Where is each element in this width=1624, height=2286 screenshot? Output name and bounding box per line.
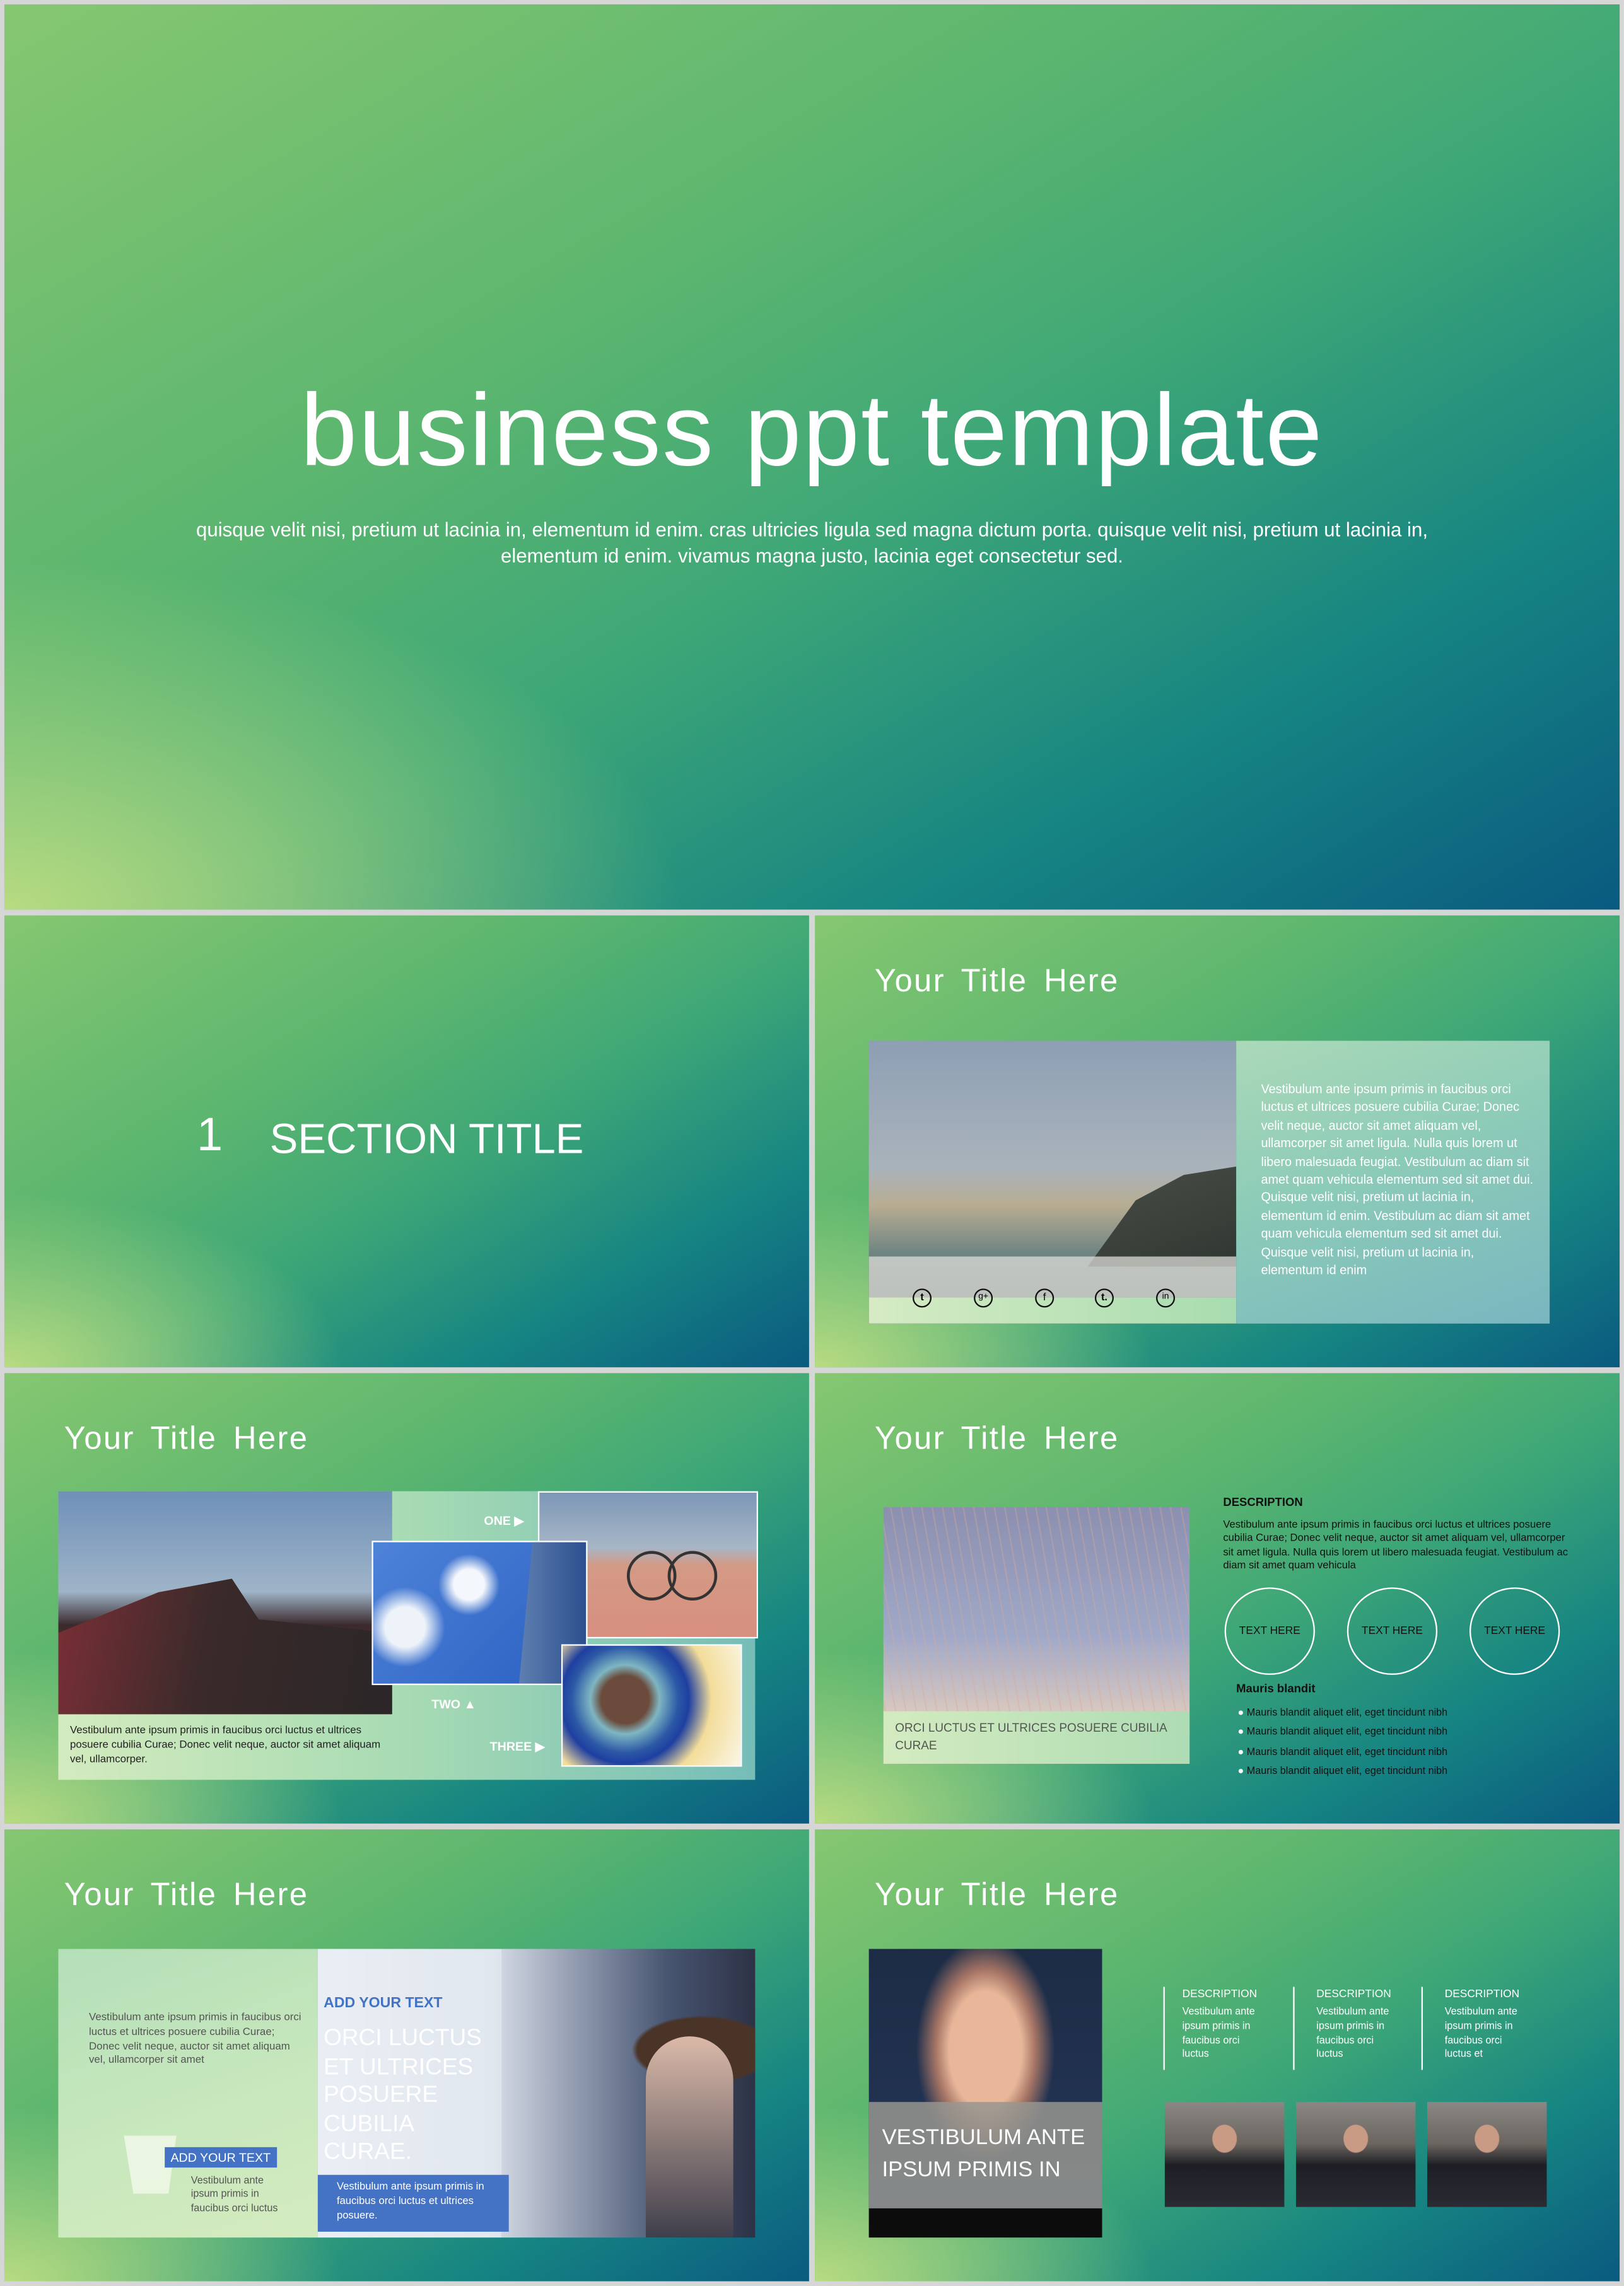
- label-one: ONE ▶: [484, 1513, 524, 1528]
- caption-band: ORCI LUCTUS ET ULTRICES POSUERE CUBILIA …: [883, 1711, 1190, 1764]
- portrait-photo-3: [1427, 2102, 1547, 2207]
- add-text-tag[interactable]: ADD YOUR TEXT: [165, 2147, 277, 2168]
- column-body: Vestibulum ante ipsum primis in faucibus…: [1316, 2007, 1389, 2061]
- bullet-list: ● Mauris blandit aliquet elit, eget tinc…: [1237, 1704, 1447, 1782]
- slide-sheet: business ppt template quisque velit nisi…: [0, 0, 1624, 2285]
- column-heading: DESCRIPTION: [1182, 1986, 1258, 2000]
- portrait-photo-1: [1164, 2102, 1285, 2207]
- description-body: Vestibulum ante ipsum primis in faucibus…: [1223, 1517, 1569, 1572]
- list-item: ● Mauris blandit aliquet elit, eget tinc…: [1237, 1728, 1448, 1739]
- description-slide[interactable]: Your Title Here ORCI LUCTUS ET ULTRICES …: [815, 1373, 1620, 1824]
- list-item: ● Mauris blandit aliquet elit, eget tinc…: [1237, 1767, 1448, 1778]
- grass-photo: ORCI LUCTUS ET ULTRICES POSUERE CUBILIA …: [883, 1507, 1190, 1764]
- left-body: Vestibulum ante ipsum primis in faucibus…: [89, 2010, 301, 2067]
- portrait-photo-2: [1295, 2102, 1416, 2207]
- linkedin-icon[interactable]: in: [1156, 1288, 1176, 1308]
- circle-2: TEXT HERE: [1347, 1587, 1438, 1675]
- list-item: ● Mauris blandit aliquet elit, eget tinc…: [1237, 1708, 1448, 1719]
- text-panel: Vestibulum ante ipsum primis in faucibus…: [1236, 1041, 1550, 1324]
- gallery-slide[interactable]: Your Title Here Vestibulum ante ipsum pr…: [4, 1373, 809, 1824]
- caption-band: VESTIBULUM ANTE IPSUM PRIMIS IN: [868, 2102, 1102, 2208]
- photo-caption: ORCI LUCTUS ET ULTRICES POSUERE CUBILIA …: [895, 1721, 1167, 1752]
- description-column: DESCRIPTION Vestibulum ante ipsum primis…: [1293, 1986, 1430, 2070]
- description-heading: DESCRIPTION: [1223, 1495, 1303, 1509]
- label-two: TWO ▲: [431, 1696, 476, 1712]
- panel-body: Vestibulum ante ipsum primis in faucibus…: [1261, 1082, 1534, 1278]
- glass-photo: [561, 1644, 742, 1767]
- column-heading: DESCRIPTION: [1316, 1986, 1391, 2000]
- social-icons: t g+ f t. in: [869, 1288, 1236, 1309]
- section-title: SECTION TITLE: [269, 1116, 584, 1163]
- slide-title: Your Title Here: [874, 962, 1119, 999]
- social-slide[interactable]: Your Title Here t g+ f t. in Vestibulum …: [815, 915, 1620, 1368]
- slide-title: Your Title Here: [874, 1420, 1119, 1457]
- travel-slide[interactable]: Your Title Here Vestibulum ante ipsum pr…: [4, 1829, 809, 2282]
- google-plus-icon[interactable]: g+: [974, 1288, 993, 1308]
- cover-subtitle-1: quisque velit nisi, pretium ut lacinia i…: [196, 518, 1428, 541]
- cover-slide[interactable]: business ppt template quisque velit nisi…: [4, 4, 1620, 910]
- column-body: Vestibulum ante ipsum primis in faucibus…: [1444, 2007, 1517, 2061]
- travel-heading: ADD YOUR TEXT: [324, 1995, 443, 2012]
- description-column: DESCRIPTION Vestibulum ante ipsum primis…: [1163, 1986, 1296, 2070]
- tumblr-icon[interactable]: t.: [1094, 1288, 1114, 1308]
- column-heading: DESCRIPTION: [1444, 1986, 1520, 2000]
- circle-3: TEXT HERE: [1469, 1587, 1560, 1675]
- list-title: Mauris blandit: [1236, 1682, 1316, 1696]
- slide-title: Your Title Here: [874, 1875, 1119, 1913]
- travel-big-text: ORCI LUCTUS ET ULTRICES POSUERE CUBILIA …: [324, 2026, 482, 2165]
- label-three: THREE ▶: [489, 1739, 545, 1754]
- tag-body: Vestibulum ante ipsum primis in faucibus…: [190, 2176, 278, 2214]
- car-photo: [58, 1491, 392, 1715]
- facebook-icon[interactable]: f: [1035, 1288, 1054, 1308]
- photo-caption: VESTIBULUM ANTE IPSUM PRIMIS IN: [882, 2125, 1085, 2183]
- column-body: Vestibulum ante ipsum primis in faucibus…: [1182, 2007, 1255, 2061]
- slide-title: Your Title Here: [64, 1875, 309, 1913]
- slide-title: Your Title Here: [64, 1420, 309, 1457]
- section-slide[interactable]: 1 SECTION TITLE: [4, 915, 809, 1368]
- cover-title: business ppt template: [300, 373, 1324, 487]
- travel-callout: Vestibulum ante ipsum primis in faucibus…: [317, 2174, 509, 2232]
- section-number: 1: [197, 1107, 223, 1160]
- hands-photo: VESTIBULUM ANTE IPSUM PRIMIS IN: [868, 1949, 1102, 2238]
- sky-building-photo: [371, 1541, 588, 1686]
- gallery-body: Vestibulum ante ipsum primis in faucibus…: [69, 1723, 381, 1766]
- cover-subtitle-2: elementum id enim. vivamus magna justo, …: [501, 545, 1123, 568]
- coast-photo: [868, 1041, 1237, 1324]
- circle-1: TEXT HERE: [1224, 1587, 1315, 1675]
- list-item: ● Mauris blandit aliquet elit, eget tinc…: [1237, 1747, 1448, 1758]
- description-column: DESCRIPTION Vestibulum ante ipsum primis…: [1421, 1986, 1558, 2070]
- team-slide[interactable]: Your Title Here VESTIBULUM ANTE IPSUM PR…: [815, 1829, 1620, 2282]
- twitter-icon[interactable]: t: [912, 1288, 932, 1308]
